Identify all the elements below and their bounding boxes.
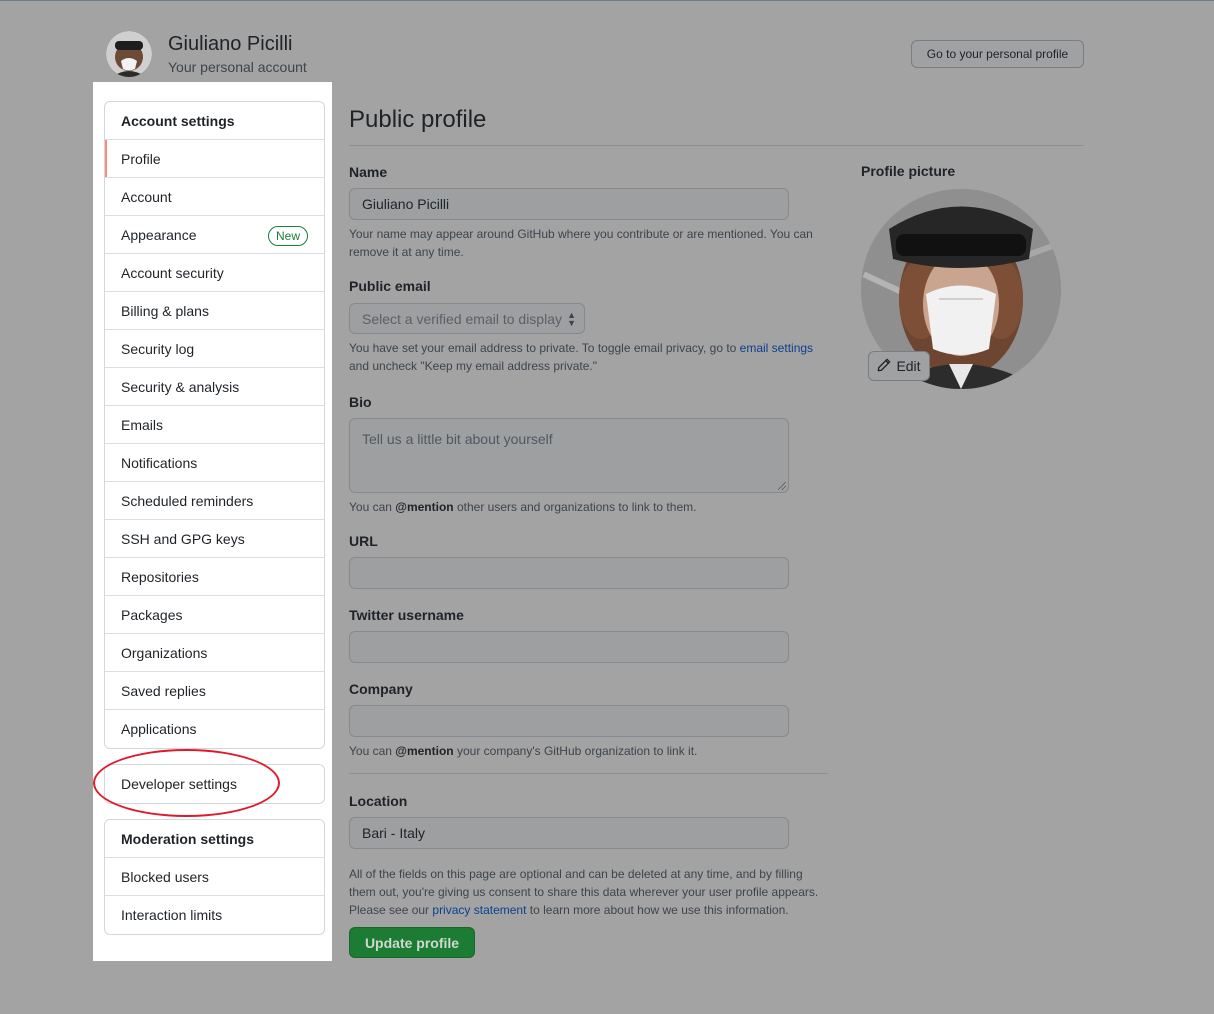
sidebar-item-label: SSH and GPG keys	[121, 530, 245, 547]
privacy-note: All of the fields on this page are optio…	[349, 867, 819, 917]
twitter-field[interactable]	[349, 631, 789, 663]
sidebar-item-label: Emails	[121, 416, 164, 433]
sidebar-item-label: Account settings	[121, 112, 235, 129]
url-label: URL	[349, 533, 378, 549]
bio-placeholder: Tell us a little bit about yourself	[362, 431, 553, 447]
user-subtitle: Your personal account	[168, 59, 307, 75]
public-email-label: Public email	[349, 278, 431, 294]
page-title: Public profile	[349, 106, 487, 133]
sidebar-item-ssh-and-gpg-keys[interactable]: SSH and GPG keys	[105, 520, 324, 558]
window-top-border	[0, 0, 1214, 1]
edit-label: Edit	[896, 358, 921, 374]
sidebar-item-label: Account security	[121, 264, 224, 281]
user-name: Giuliano Picilli	[168, 33, 293, 55]
resize-handle-icon[interactable]	[778, 482, 786, 490]
sidebar-item-organizations[interactable]: Organizations	[105, 634, 324, 672]
sidebar-item-account-security[interactable]: Account security	[105, 254, 324, 292]
sidebar-item-scheduled-reminders[interactable]: Scheduled reminders	[105, 482, 324, 520]
sidebar-item-label: Blocked users	[121, 868, 209, 885]
sidebar-item-label: Saved replies	[121, 682, 206, 699]
bio-label: Bio	[349, 394, 372, 410]
avatar[interactable]	[106, 31, 152, 77]
sidebar-item-label: Notifications	[121, 454, 198, 471]
company-label: Company	[349, 681, 413, 697]
pencil-icon	[877, 358, 891, 375]
name-field[interactable]: Giuliano Picilli	[349, 188, 789, 220]
menu-heading-moderation-settings: Moderation settings	[105, 820, 324, 858]
name-label: Name	[349, 164, 388, 180]
sidebar-item-label: Security & analysis	[121, 378, 240, 395]
sidebar-item-appearance[interactable]: Appearance New	[105, 216, 324, 254]
sidebar-item-profile[interactable]: Profile	[105, 140, 324, 178]
moderation-settings-menu: Moderation settings Blocked users Interact…	[104, 819, 325, 935]
sidebar-item-label: Interaction limits	[121, 907, 223, 923]
company-note: You can @mention your company's GitHub o…	[349, 744, 698, 758]
location-label: Location	[349, 793, 408, 809]
sidebar-item-label: Appearance	[121, 226, 197, 243]
sidebar-item-emails[interactable]: Emails	[105, 406, 324, 444]
sidebar-item-label: Moderation settings	[121, 830, 255, 847]
sidebar-item-label: Scheduled reminders	[121, 492, 254, 509]
sidebar-item-interaction-limits[interactable]: Interaction limits	[105, 896, 324, 934]
public-email-note: You have set your email address to priva…	[349, 341, 814, 373]
url-field[interactable]	[349, 557, 789, 589]
edit-profile-picture-button[interactable]: Edit	[868, 351, 930, 381]
public-email-select[interactable]: Select a verified email to display ▲ ▼	[349, 303, 585, 334]
go-to-profile-button[interactable]: Go to your personal profile	[911, 40, 1084, 68]
sidebar-item-billing-plans[interactable]: Billing & plans	[105, 292, 324, 330]
location-field[interactable]: Bari - Italy	[349, 817, 789, 849]
sidebar-item-account[interactable]: Account	[105, 178, 324, 216]
privacy-statement-link[interactable]: privacy statement	[432, 903, 526, 917]
select-caret-icon: ▲ ▼	[567, 310, 576, 328]
sidebar-item-label: Security log	[121, 340, 195, 357]
update-profile-button[interactable]: Update profile	[349, 927, 475, 958]
sidebar-item-label: Account	[121, 188, 172, 205]
sidebar-item-label: Packages	[121, 606, 183, 623]
email-settings-link[interactable]: email settings	[740, 341, 813, 355]
sidebar-item-label: Profile	[121, 150, 161, 167]
annotation-ellipse	[93, 749, 280, 817]
sidebar-item-blocked-users[interactable]: Blocked users	[105, 858, 324, 896]
sidebar-item-security-analysis[interactable]: Security & analysis	[105, 368, 324, 406]
twitter-label: Twitter username	[349, 607, 464, 623]
sidebar-item-label: Applications	[121, 721, 197, 737]
name-note: Your name may appear around GitHub where…	[349, 227, 813, 259]
profile-picture-label: Profile picture	[861, 163, 956, 179]
sidebar-item-security-log[interactable]: Security log	[105, 330, 324, 368]
public-email-selected: Select a verified email to display	[362, 310, 562, 327]
bio-note: You can @mention other users and organiz…	[349, 500, 697, 514]
new-badge: New	[267, 226, 308, 246]
sidebar-item-applications[interactable]: Applications	[105, 710, 324, 748]
sidebar-item-saved-replies[interactable]: Saved replies	[105, 672, 324, 710]
bio-textarea[interactable]: Tell us a little bit about yourself	[349, 418, 789, 493]
sidebar-item-label: Repositories	[121, 568, 199, 585]
menu-heading-account-settings: Account settings	[105, 102, 324, 140]
sidebar-item-label: Organizations	[121, 644, 208, 661]
title-divider	[349, 145, 1084, 146]
sidebar-item-notifications[interactable]: Notifications	[105, 444, 324, 482]
account-settings-menu: Account settings Profile Account Appearance…	[104, 101, 325, 749]
company-field[interactable]	[349, 705, 789, 737]
user-header: Giuliano Picilli Your personal account	[106, 30, 307, 78]
sidebar-item-label: Billing & plans	[121, 302, 209, 319]
sidebar-item-repositories[interactable]: Repositories	[105, 558, 324, 596]
section-divider	[349, 773, 828, 774]
sidebar-item-packages[interactable]: Packages	[105, 596, 324, 634]
